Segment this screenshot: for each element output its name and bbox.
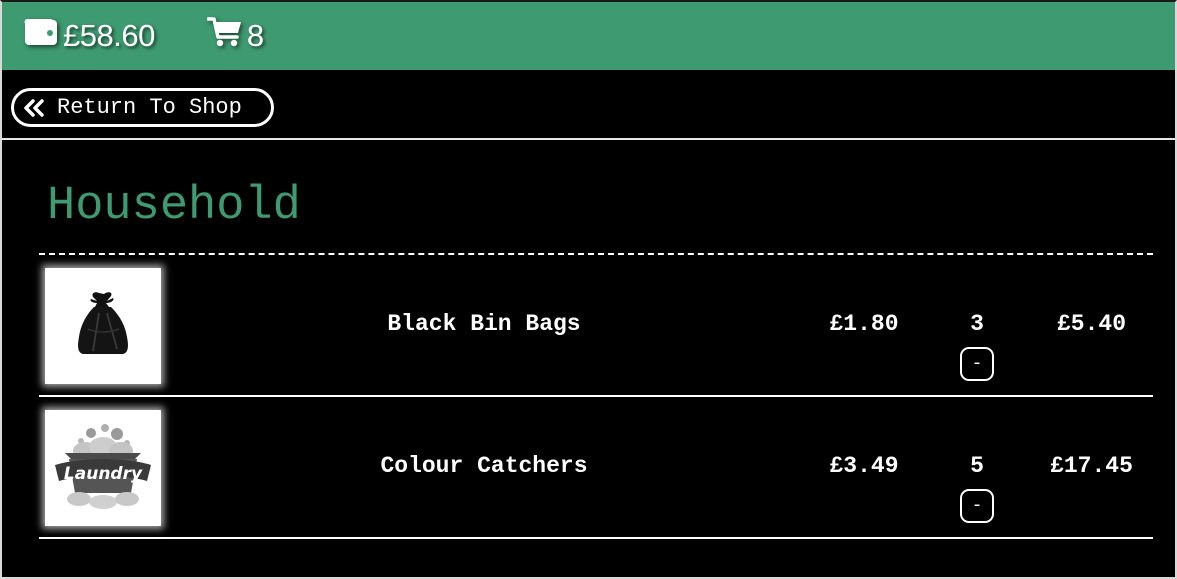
basket-item-row: Black Bin Bags £1.80 3 £5.40 - xyxy=(39,255,1153,397)
nav-row: Return To Shop xyxy=(2,70,1175,140)
return-to-shop-button[interactable]: Return To Shop xyxy=(11,88,274,127)
double-chevron-left-icon xyxy=(23,98,45,117)
cart-summary[interactable]: 8 xyxy=(206,16,265,56)
item-total: £5.40 xyxy=(1056,311,1126,337)
category-title: Household xyxy=(47,180,301,233)
item-image: Laundry xyxy=(45,410,161,526)
wallet-balance-amount: £58.60 xyxy=(63,18,155,53)
item-name: Colour Catchers xyxy=(380,453,588,479)
basket-item-row: Laundry Colour Catchers £3.49 5 £17.45 - xyxy=(39,397,1153,539)
top-bar: £58.60 8 xyxy=(2,2,1175,70)
item-price: £1.80 xyxy=(829,311,899,337)
return-to-shop-label: Return To Shop xyxy=(57,95,242,120)
cart-item-count: 8 xyxy=(246,18,265,53)
laundry-basket-icon: Laundry xyxy=(51,419,155,518)
app-frame: £58.60 8 Return To Shop Household Black … xyxy=(0,0,1177,579)
decrement-quantity-button[interactable]: - xyxy=(960,489,994,523)
item-quantity: 3 xyxy=(970,311,984,337)
item-name: Black Bin Bags xyxy=(387,311,581,337)
item-image xyxy=(45,268,161,384)
wallet-balance: £58.60 xyxy=(24,18,155,54)
laundry-logo-text: Laundry xyxy=(64,464,143,484)
cart-icon[interactable] xyxy=(206,16,243,56)
bin-bag-icon xyxy=(73,289,133,364)
item-price: £3.49 xyxy=(829,453,899,479)
item-quantity: 5 xyxy=(970,453,984,479)
item-total: £17.45 xyxy=(1050,453,1133,479)
decrement-quantity-button[interactable]: - xyxy=(960,347,994,381)
wallet-icon xyxy=(24,18,58,54)
